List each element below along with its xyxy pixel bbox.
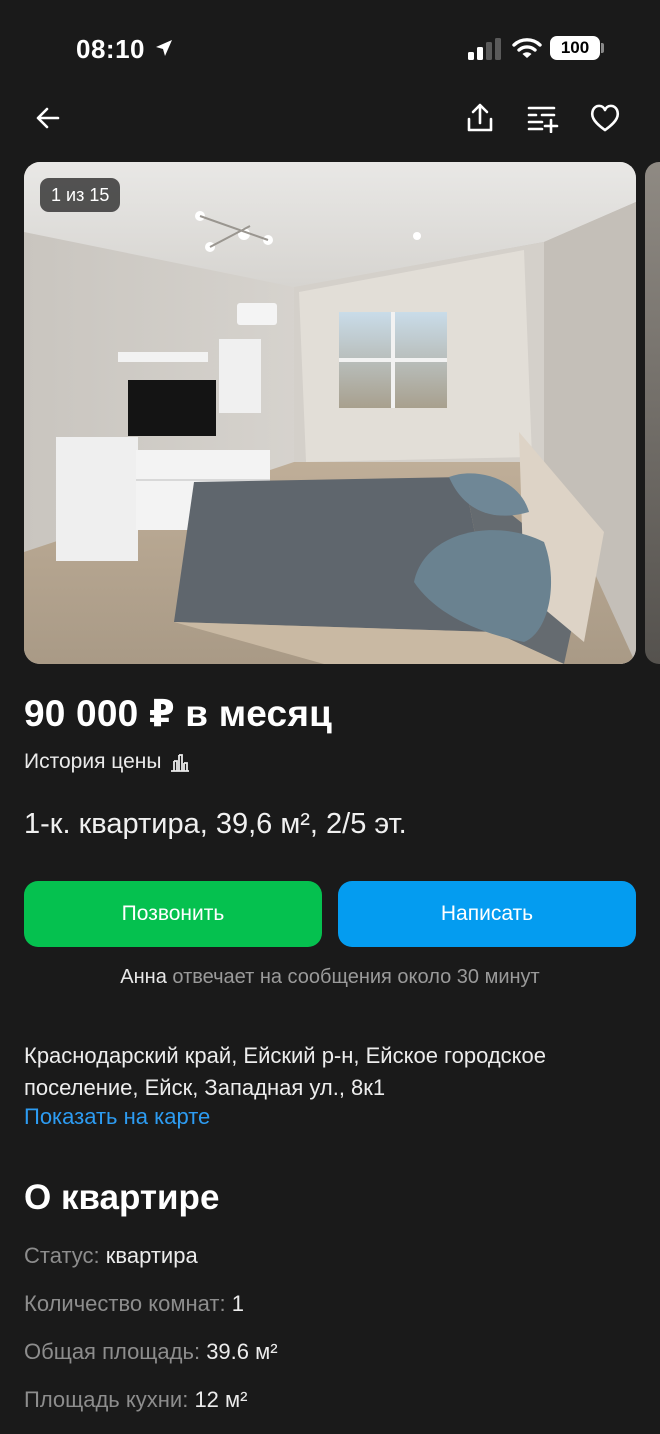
location-arrow-icon bbox=[156, 40, 172, 56]
top-nav-bar bbox=[0, 96, 660, 140]
compare-add-button[interactable] bbox=[523, 96, 563, 140]
write-message-button[interactable]: Написать bbox=[338, 881, 636, 947]
listing-price: 90 000 ₽ в месяц bbox=[24, 693, 333, 734]
list-add-icon bbox=[527, 106, 559, 133]
next-photo-preview[interactable] bbox=[645, 162, 660, 664]
param-key: Общая площадь: bbox=[24, 1339, 201, 1364]
show-on-map-link[interactable]: Показать на карте bbox=[24, 1104, 210, 1130]
back-button[interactable] bbox=[28, 96, 68, 140]
listing-title: 1-к. квартира, 39,6 м², 2/5 эт. bbox=[24, 808, 407, 840]
apartment-bedroom-photo bbox=[24, 162, 636, 664]
battery-tip bbox=[601, 43, 604, 53]
param-value: 1 bbox=[231, 1291, 244, 1316]
seller-response-note: Анна отвечает на сообщения около 30 мину… bbox=[0, 966, 660, 989]
cellular-signal-icon bbox=[468, 38, 501, 60]
listing-address: Краснодарский край, Ейский р-н, Ейское г… bbox=[24, 1043, 546, 1100]
param-value: квартира bbox=[105, 1243, 198, 1268]
status-time: 08:10 bbox=[76, 34, 145, 64]
about-section-title: О квартире bbox=[24, 1178, 220, 1217]
photo-gallery[interactable] bbox=[24, 162, 636, 664]
price-history-label: История цены bbox=[24, 750, 162, 773]
call-button[interactable]: Позвонить bbox=[24, 881, 322, 947]
param-value: 12 м² bbox=[194, 1387, 248, 1412]
heart-icon bbox=[590, 104, 620, 132]
battery-indicator: 100 bbox=[550, 36, 600, 60]
param-kitchen-area: Площадь кухни: 12 м² bbox=[24, 1387, 247, 1413]
bar-chart-icon bbox=[171, 754, 190, 772]
share-button[interactable] bbox=[460, 96, 500, 140]
share-icon bbox=[467, 103, 493, 132]
status-bar: 08:10 100 bbox=[0, 0, 660, 96]
param-status: Статус: квартира bbox=[24, 1243, 198, 1269]
seller-name[interactable]: Анна bbox=[120, 966, 167, 988]
param-key: Количество комнат: bbox=[24, 1291, 226, 1316]
param-total-area: Общая площадь: 39.6 м² bbox=[24, 1339, 278, 1365]
param-value: 39.6 м² bbox=[206, 1339, 278, 1364]
seller-reply-time: отвечает на сообщения около 30 минут bbox=[172, 966, 540, 988]
favorite-button[interactable] bbox=[585, 96, 625, 140]
param-key: Статус: bbox=[24, 1243, 100, 1268]
photo-counter-badge: 1 из 15 bbox=[40, 178, 121, 212]
param-key: Площадь кухни: bbox=[24, 1387, 189, 1412]
wifi-icon bbox=[512, 38, 542, 58]
price-history-link[interactable]: История цены bbox=[24, 750, 191, 774]
arrow-left-icon bbox=[36, 107, 60, 129]
param-rooms: Количество комнат: 1 bbox=[24, 1291, 244, 1317]
